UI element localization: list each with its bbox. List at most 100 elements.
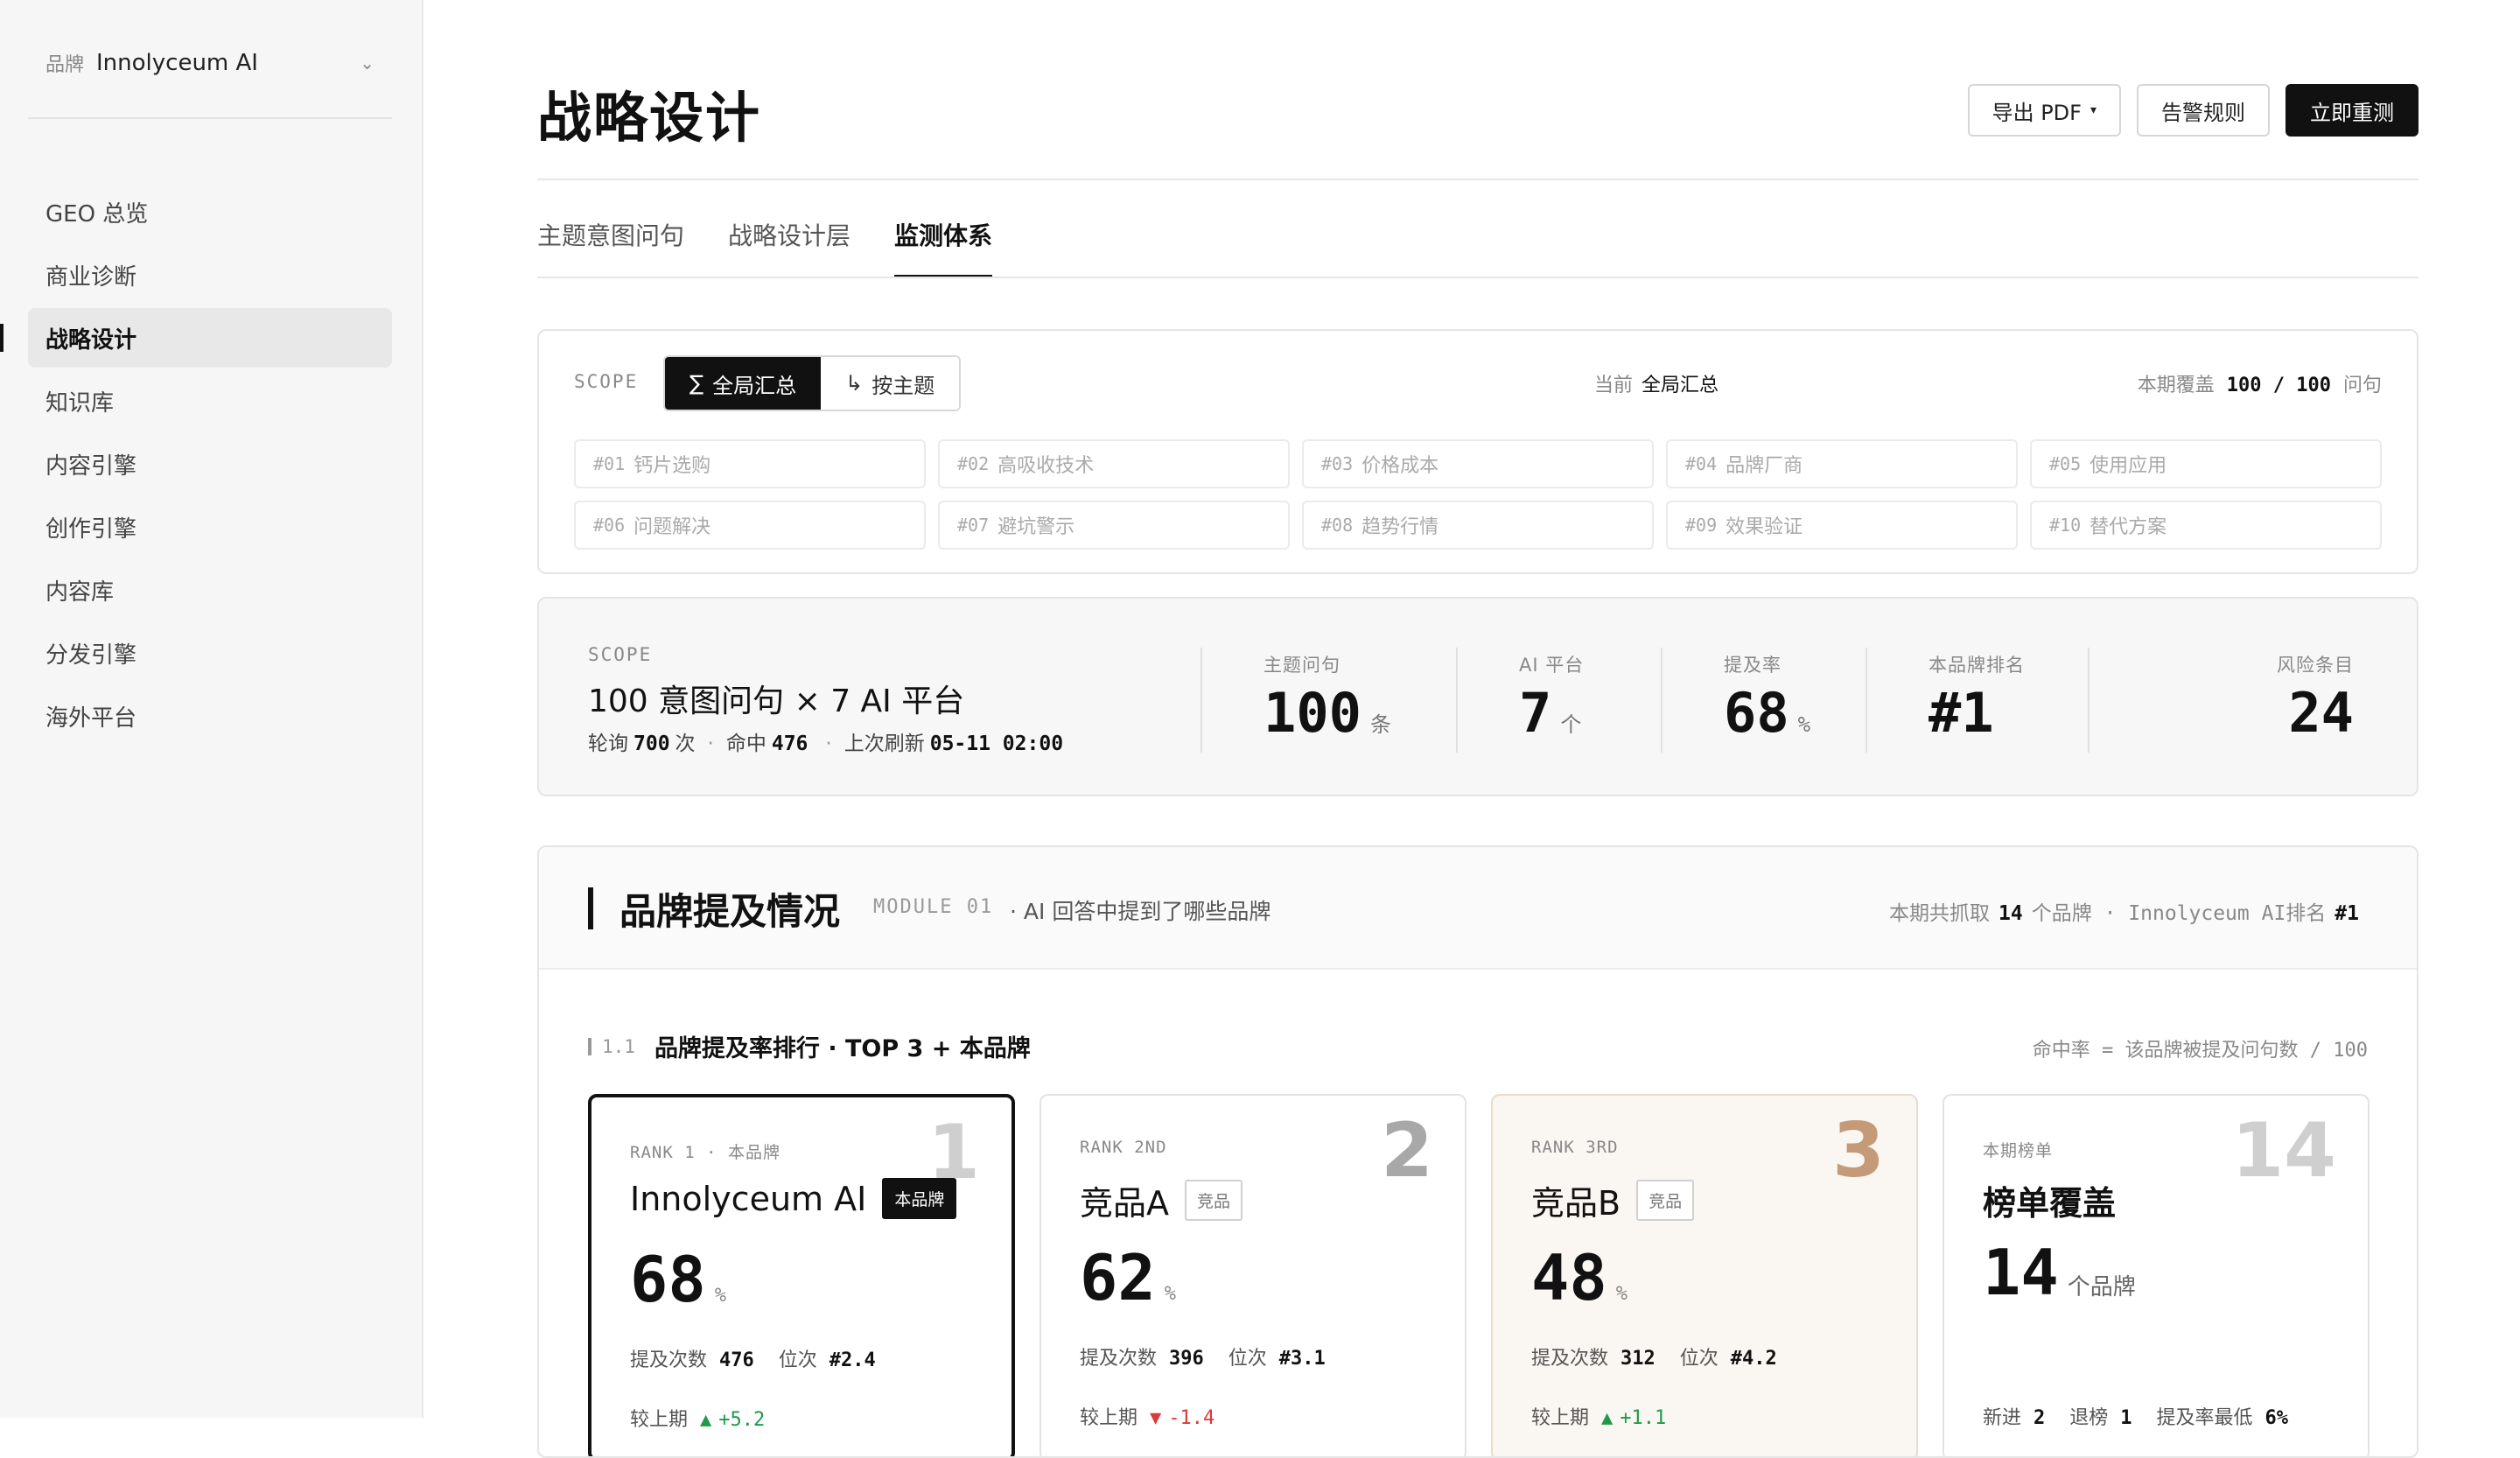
separator-dot: · — [707, 733, 714, 755]
topic-name: 钙片选购 — [634, 455, 711, 477]
sidebar-item-knowledge-base[interactable]: 知识库 — [28, 371, 392, 431]
mention-meta: 提及次数 312 位次 #4.2 — [1531, 1342, 1802, 1370]
section-title: 品牌提及率排行 · TOP 3 + 本品牌 — [654, 1035, 1031, 1062]
summary-middle: 个品牌 · Innolyceum AI排名 — [2031, 902, 2327, 925]
metric-value-wrap: 68% — [1724, 686, 1810, 752]
topic-chip[interactable]: #04 品牌厂商 — [1666, 439, 2018, 488]
topic-chip[interactable]: #03 价格成本 — [1302, 439, 1654, 488]
coverage-count: 14 个品牌 — [1983, 1241, 2136, 1319]
retest-now-button[interactable]: 立即重测 — [2286, 84, 2418, 137]
sidebar-item-content-library[interactable]: 内容库 — [28, 560, 392, 620]
sidebar-item-content-engine[interactable]: 内容引擎 — [28, 434, 392, 494]
topic-chip[interactable]: #10 替代方案 — [2030, 501, 2382, 550]
tab-topic-intent-questions[interactable]: 主题意图问句 — [537, 217, 684, 277]
stats-summary: SCOPE 100 意图问句 × 7 AI 平台 轮询 700 次 · 命中 476 · 上次… — [537, 597, 2418, 796]
mentions-label: 提及次数 — [1080, 1348, 1158, 1370]
min-rate-value: 6% — [2264, 1407, 2289, 1429]
poll-value: 700 — [634, 733, 670, 755]
metric-value: 100 — [1264, 681, 1362, 745]
scope-global-button[interactable]: ∑ 全局汇总 — [665, 357, 822, 410]
rank-label: RANK 1 · 本品牌 — [630, 1143, 780, 1162]
ranking-coverage-card[interactable]: 本期榜单 14 榜单覆盖 14 个品牌 新进 2 退榜 1 提及率最低 6% — [1942, 1094, 2370, 1456]
topic-name: 品牌厂商 — [1726, 455, 1803, 477]
rank-card-own-brand[interactable]: RANK 1 · 本品牌 1 Innolyceum AI 本品牌 68% 提及次… — [588, 1094, 1015, 1456]
position-label: 位次 — [1679, 1348, 1718, 1370]
current-scope: 当前 全局汇总 — [1594, 369, 1718, 397]
header-divider — [537, 179, 2418, 180]
coverage-value: 100 / 100 — [2226, 375, 2331, 396]
alert-rules-button[interactable]: 告警规则 — [2137, 84, 2270, 137]
module-summary: 本期共抓取 14 个品牌 · Innolyceum AI排名 #1 — [1889, 896, 2368, 926]
section-heading: 1.1 品牌提及率排行 · TOP 3 + 本品牌 — [588, 1029, 1031, 1063]
brand-switcher[interactable]: 品牌 Innolyceum AI ⌄ — [28, 39, 392, 88]
module-code: MODULE 01 — [873, 896, 994, 918]
sidebar: 品牌 Innolyceum AI ⌄ GEO 总览 商业诊断 战略设计 知识库 … — [0, 0, 424, 1418]
topic-chip[interactable]: #07 避坑警示 — [938, 501, 1290, 550]
card-big-number: 14 — [2231, 1107, 2336, 1195]
sidebar-item-distribution-engine[interactable]: 分发引擎 — [28, 623, 392, 683]
scope-by-topic-button[interactable]: ↳ 按主题 — [821, 357, 960, 410]
topic-name: 避坑警示 — [998, 516, 1075, 538]
topic-chip[interactable]: #02 高吸收技术 — [938, 439, 1290, 488]
poll-label: 轮询 — [588, 733, 628, 755]
sidebar-item-creation-engine[interactable]: 创作引擎 — [28, 497, 392, 557]
coverage-count-value: 14 — [1983, 1236, 2059, 1309]
metric-unit: % — [1797, 712, 1811, 737]
coverage-unit: 问句 — [2342, 375, 2382, 396]
sidebar-item-business-diagnosis[interactable]: 商业诊断 — [28, 245, 392, 305]
current-scope-label: 当前 — [1594, 375, 1634, 396]
sidebar-divider — [28, 117, 392, 119]
stats-divider — [1661, 648, 1662, 753]
mentions-label: 提及次数 — [1531, 1348, 1609, 1370]
topic-chip[interactable]: #06 问题解决 — [574, 501, 926, 550]
rank-card-competitor-a[interactable]: RANK 2ND 2 竞品A 竞品 62% 提及次数 396 位次 #3.1 较上期 ▼… — [1040, 1094, 1466, 1456]
summary-brand-count: 14 — [1998, 902, 2023, 925]
brand-name-row: 竞品A 竞品 — [1080, 1176, 1243, 1224]
topic-number: #06 — [593, 515, 626, 536]
delta-label: 较上期 — [1531, 1407, 1590, 1429]
min-rate-label: 提及率最低 — [2156, 1407, 2253, 1429]
section-note: 命中率 = 该品牌被提及问句数 / 100 — [2032, 1040, 2368, 1062]
mention-rate-value: 68 — [630, 1243, 706, 1316]
refresh-value: 05-11 02:00 — [929, 733, 1064, 755]
tab-strategy-layer[interactable]: 战略设计层 — [728, 217, 850, 277]
stats-scope-label: SCOPE — [588, 644, 653, 665]
mention-rate: 62% — [1080, 1246, 1176, 1326]
card-title-row: 榜单覆盖 — [1983, 1176, 2116, 1224]
module-description: · AI 回答中提到了哪些品牌 — [1010, 899, 1271, 924]
mentions-value: 476 — [719, 1349, 754, 1371]
mention-rate: 68% — [630, 1248, 726, 1328]
export-pdf-button[interactable]: 导出 PDF ▾ — [1967, 84, 2121, 137]
metric-label: 本品牌排名 — [1928, 655, 2025, 676]
topic-chip[interactable]: #09 效果验证 — [1666, 501, 2018, 550]
topic-number: #03 — [1321, 453, 1354, 474]
brand-name: 竞品B — [1531, 1184, 1621, 1223]
metric-ai-platforms: AI 平台 7个 — [1519, 651, 1584, 752]
mention-rate-unit: % — [714, 1285, 726, 1307]
brand-name-row: Innolyceum AI 本品牌 — [630, 1178, 957, 1219]
rank-number: 2 — [1381, 1107, 1433, 1195]
brand-label: 品牌 — [46, 54, 85, 76]
sidebar-item-geo-overview[interactable]: GEO 总览 — [28, 182, 392, 242]
topic-name: 替代方案 — [2090, 516, 2167, 538]
topic-number: #02 — [957, 453, 990, 474]
topic-chip[interactable]: #08 趋势行情 — [1302, 501, 1654, 550]
topic-chip[interactable]: #05 使用应用 — [2030, 439, 2382, 488]
hit-value: 476 — [771, 733, 808, 755]
coverage-info: 本期覆盖 100 / 100 问句 — [2138, 369, 2382, 397]
topic-chip-grid: #01 钙片选购 #02 高吸收技术 #03 价格成本 #04 品牌厂商 #05 使用应用… — [574, 439, 2382, 550]
topic-chip[interactable]: #01 钙片选购 — [574, 439, 926, 488]
metric-value: 7 — [1519, 681, 1552, 745]
sidebar-item-overseas-platforms[interactable]: 海外平台 — [28, 686, 392, 746]
module-header: 品牌提及情况 MODULE 01 · AI 回答中提到了哪些品牌 本期共抓取 14… — [539, 847, 2417, 970]
topic-name: 高吸收技术 — [998, 455, 1095, 477]
brand-mention-module: 品牌提及情况 MODULE 01 · AI 回答中提到了哪些品牌 本期共抓取 14… — [537, 845, 2418, 1458]
topic-number: #10 — [2049, 515, 2082, 536]
rank-card-competitor-b[interactable]: RANK 3RD 3 竞品B 竞品 48% 提及次数 312 位次 #4.2 较上期 ▲… — [1491, 1094, 1918, 1456]
metric-value-wrap: 7个 — [1519, 686, 1584, 752]
topic-number: #09 — [1685, 515, 1718, 536]
scope-panel: SCOPE ∑ 全局汇总 ↳ 按主题 当前 全局汇总 本期覆盖 100 / 100 问… — [537, 329, 2418, 574]
metric-topic-questions: 主题问句 100 条 — [1264, 651, 1391, 752]
sidebar-item-strategy-design[interactable]: 战略设计 — [0, 308, 392, 368]
tab-monitoring-system[interactable]: 监测体系 — [894, 217, 993, 277]
